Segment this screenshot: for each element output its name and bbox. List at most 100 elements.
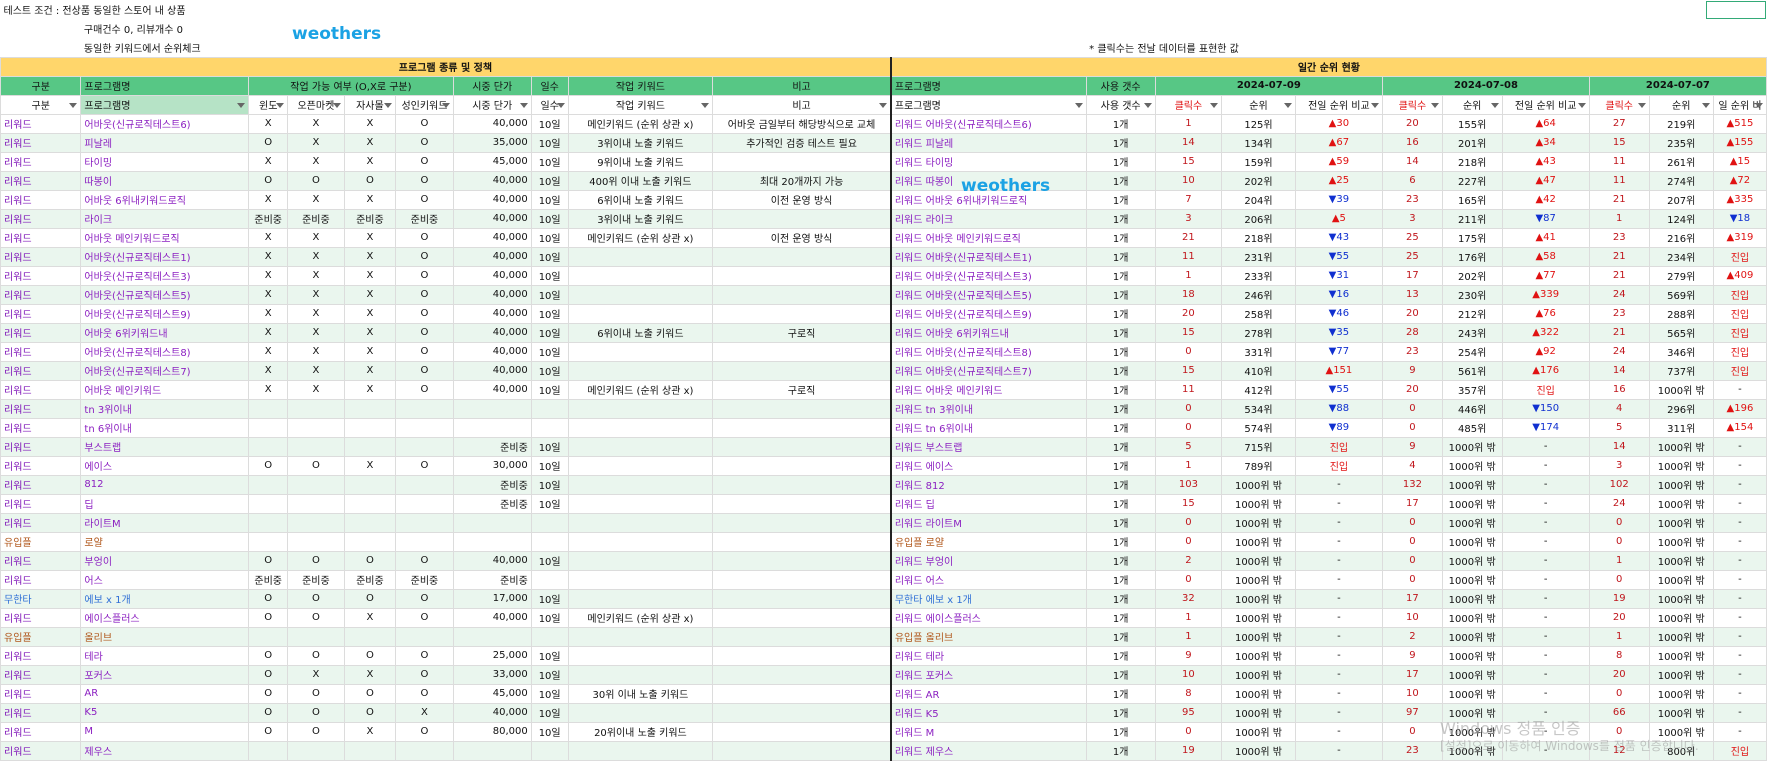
cell-compare-1[interactable]: ▼35 [1294,322,1384,343]
cell-window[interactable] [248,740,289,761]
cell-own-mall[interactable] [343,626,397,647]
cell-compare-3[interactable]: - [1712,474,1767,495]
cell-openmarket[interactable]: X [287,664,345,685]
cell-rank-1[interactable]: 789위 [1221,455,1296,476]
cell-clicks-3[interactable]: 1 [1588,208,1650,229]
cell-openmarket[interactable]: X [287,132,345,153]
cell-days[interactable]: 10일 [530,208,569,229]
cell-compare-1[interactable]: - [1294,664,1384,685]
cell-window[interactable]: O [248,455,289,476]
cell-usage[interactable]: 1개 [1085,246,1156,267]
cell-program-name[interactable]: 따봉이 [80,170,250,191]
cell-usage[interactable]: 1개 [1085,341,1156,362]
cell-remark[interactable]: 구로직 [712,379,892,400]
cell-usage[interactable]: 1개 [1085,303,1156,324]
cell-days[interactable] [530,626,569,647]
cell-category[interactable]: 리워드 [0,189,82,210]
cell-days[interactable]: 10일 [530,721,569,742]
cell-clicks-3[interactable]: 1 [1588,626,1650,647]
cell-clicks-2[interactable]: 14 [1382,151,1443,172]
cell-window[interactable] [248,531,289,552]
filter-usage[interactable]: 사용 갯수 [1085,94,1156,115]
cell-rank-3[interactable]: 1000위 밖 [1648,493,1714,514]
cell-adult-keyword[interactable]: O [395,379,454,400]
cell-adult-keyword[interactable]: O [395,360,454,381]
cell-compare-1[interactable]: - [1294,721,1384,742]
cell-compare-1[interactable]: - [1294,493,1384,514]
cell-clicks-3[interactable]: 27 [1588,113,1650,134]
cell-price[interactable]: 40,000 [452,702,532,723]
cell-window[interactable]: O [248,607,289,628]
cell-program-name[interactable]: 피날레 [80,132,250,153]
cell-program-name[interactable]: 부스트랩 [80,436,250,457]
cell-clicks-1[interactable]: 1 [1154,455,1223,476]
cell-compare-2[interactable]: ▲43 [1501,151,1590,172]
cell-keyword[interactable]: 메인키워드 (순위 상관 x) [567,227,714,248]
cell-price[interactable]: 준비중 [452,436,532,457]
cell-rank-2[interactable]: 1000위 밖 [1441,683,1503,704]
cell-clicks-2[interactable]: 13 [1382,284,1443,305]
cell-clicks-1[interactable]: 0 [1154,341,1223,362]
cell-openmarket[interactable] [287,531,345,552]
cell-price[interactable]: 40,000 [452,341,532,362]
cell-clicks-3[interactable]: 24 [1588,341,1650,362]
cell-rank-1[interactable]: 715위 [1221,436,1296,457]
cell-program-name[interactable]: 어바웃(신규로직테스트8) [80,341,250,362]
cell-days[interactable]: 10일 [530,645,569,666]
cell-category[interactable]: 리워드 [0,227,82,248]
cell-rank-1[interactable]: 1000위 밖 [1221,626,1296,647]
filter-clicks-2[interactable]: 클릭수 [1382,94,1443,115]
cell-adult-keyword[interactable] [395,531,454,552]
cell-remark[interactable] [712,265,892,286]
cell-compare-2[interactable]: ▲41 [1501,227,1590,248]
cell-price[interactable] [452,740,532,761]
cell-clicks-1[interactable]: 18 [1154,284,1223,305]
cell-clicks-1[interactable]: 8 [1154,683,1223,704]
cell-clicks-1[interactable]: 14 [1154,132,1223,153]
cell-category[interactable]: 리워드 [0,170,82,191]
cell-clicks-1[interactable]: 9 [1154,645,1223,666]
cell-rank-3[interactable]: 1000위 밖 [1648,569,1714,590]
cell-price[interactable]: 17,000 [452,588,532,609]
cell-compare-2[interactable]: ▲42 [1501,189,1590,210]
cell-price[interactable]: 40,000 [452,265,532,286]
cell-program-name[interactable]: 에이스플러스 [80,607,250,628]
cell-compare-1[interactable]: - [1294,474,1384,495]
cell-adult-keyword[interactable]: O [395,151,454,172]
cell-clicks-3[interactable]: 21 [1588,189,1650,210]
cell-clicks-3[interactable]: 66 [1588,702,1650,723]
cell-keyword[interactable] [567,246,714,267]
cell-program-name-right[interactable]: 리워드 제우스 [890,740,1087,761]
cell-clicks-2[interactable]: 0 [1382,531,1443,552]
cell-rank-3[interactable]: 234위 [1648,246,1714,267]
cell-program-name-right[interactable]: 리워드 부스트랩 [890,436,1087,457]
cell-own-mall[interactable]: O [343,170,397,191]
cell-window[interactable]: O [248,550,289,571]
cell-rank-1[interactable]: 202위 [1221,170,1296,191]
cell-own-mall[interactable]: X [343,379,397,400]
cell-clicks-2[interactable]: 0 [1382,569,1443,590]
cell-remark[interactable] [712,569,892,590]
cell-program-name-right[interactable]: 리워드 tn 6위이내 [890,417,1087,438]
cell-rank-3[interactable]: 1000위 밖 [1648,550,1714,571]
cell-program-name[interactable]: 812 [80,474,250,495]
cell-rank-3[interactable]: 124위 [1648,208,1714,229]
cell-keyword[interactable]: 6위이내 노출 키워드 [567,322,714,343]
cell-days[interactable] [530,417,569,438]
cell-rank-1[interactable]: 125위 [1221,113,1296,134]
cell-window[interactable]: X [248,151,289,172]
cell-rank-2[interactable]: 202위 [1441,265,1503,286]
cell-clicks-2[interactable]: 25 [1382,227,1443,248]
cell-keyword[interactable] [567,341,714,362]
cell-program-name-right[interactable]: 리워드 어바웃(신규로직테스트1) [890,246,1087,267]
cell-category[interactable]: 리워드 [0,702,82,723]
cell-program-name[interactable]: tn 6위이내 [80,417,250,438]
cell-compare-3[interactable]: - [1712,645,1767,666]
cell-clicks-2[interactable]: 2 [1382,626,1443,647]
cell-compare-2[interactable]: ▲339 [1501,284,1590,305]
cell-category[interactable]: 리워드 [0,341,82,362]
cell-compare-2[interactable]: ▲34 [1501,132,1590,153]
cell-remark[interactable]: 이전 운영 방식 [712,227,892,248]
cell-program-name-right[interactable]: 유입플 로얄 [890,531,1087,552]
cell-program-name[interactable]: M [80,721,250,742]
